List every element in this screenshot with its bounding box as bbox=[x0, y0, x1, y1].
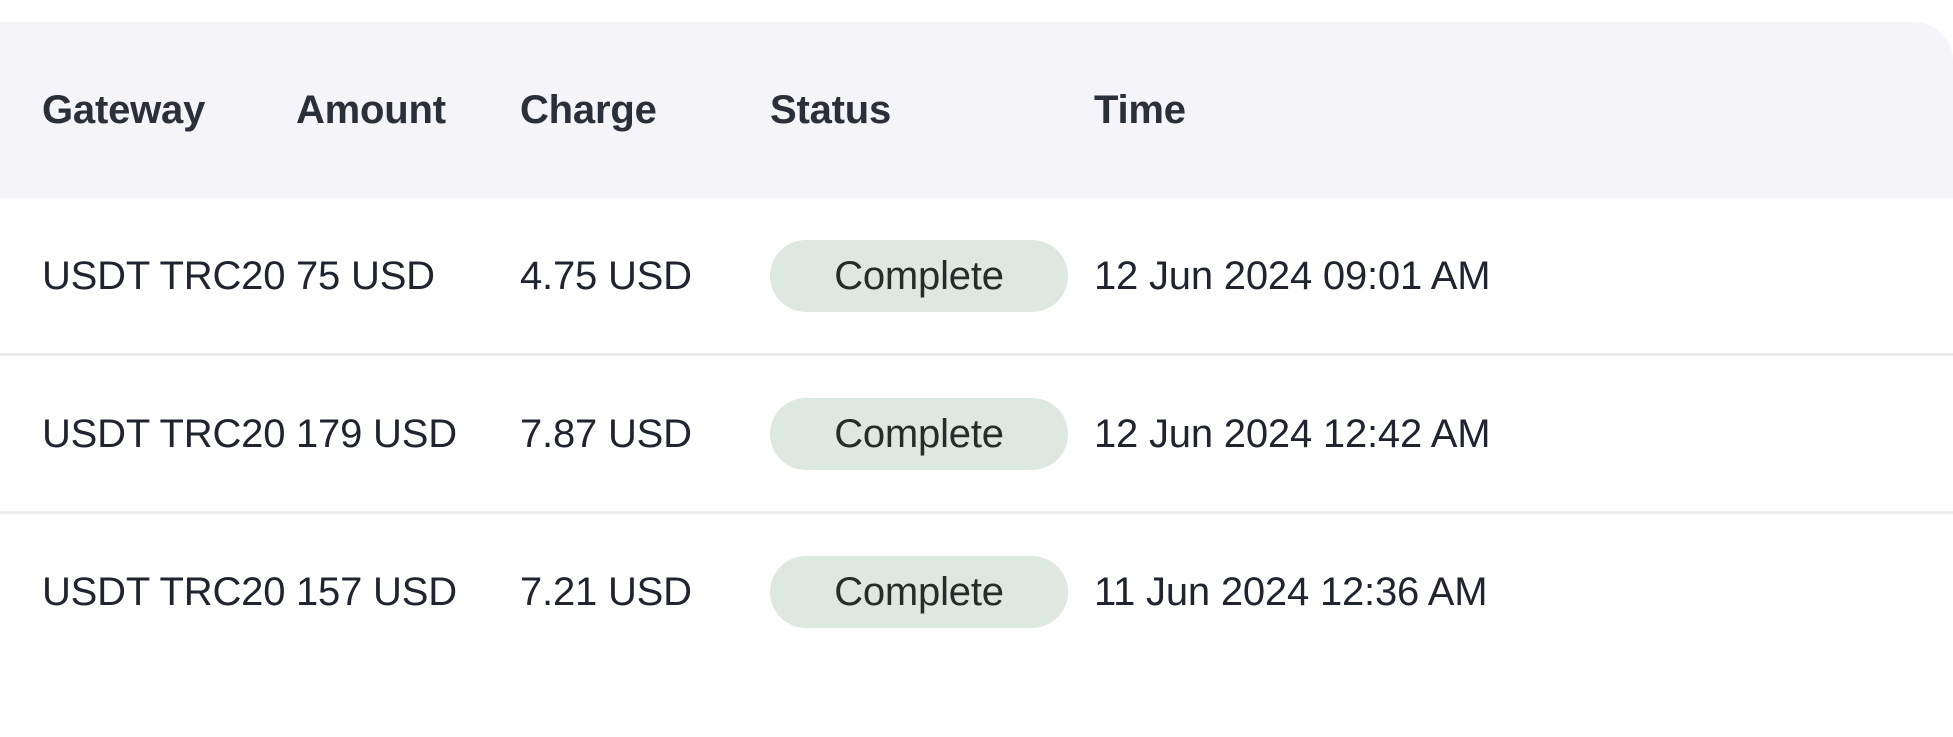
cell-time: 11 Jun 2024 12:36 AM bbox=[1094, 569, 1488, 614]
cell-charge: 7.21 USD bbox=[520, 569, 692, 614]
cell-status: Complete bbox=[770, 514, 1094, 669]
transactions-panel: Gateway Amount Charge Status Time USDT T… bbox=[0, 0, 1953, 737]
column-header-amount[interactable]: Amount bbox=[296, 22, 520, 198]
table-row[interactable]: USDT TRC20 75 USD 4.75 USD Complete 12 J… bbox=[0, 198, 1953, 356]
table-header: Gateway Amount Charge Status Time bbox=[0, 22, 1953, 198]
status-badge: Complete bbox=[770, 397, 1068, 470]
column-header-status[interactable]: Status bbox=[770, 22, 1094, 198]
cell-gateway: USDT TRC20 bbox=[0, 198, 296, 356]
table-header-row: Gateway Amount Charge Status Time bbox=[0, 22, 1953, 198]
status-badge: Complete bbox=[770, 555, 1068, 628]
cell-gateway: USDT TRC20 bbox=[0, 356, 296, 514]
cell-amount: 179 USD bbox=[296, 356, 520, 514]
cell-time: 12 Jun 2024 12:42 AM bbox=[1094, 356, 1953, 514]
cell-amount: 75 USD bbox=[296, 198, 520, 356]
cell-charge: 4.75 USD bbox=[520, 198, 770, 356]
panel-top-spacer bbox=[0, 0, 1953, 22]
cell-status: Complete bbox=[770, 356, 1094, 514]
cell-amount: 157 USD bbox=[296, 569, 457, 614]
column-header-time[interactable]: Time bbox=[1094, 22, 1953, 198]
transactions-table: Gateway Amount Charge Status Time USDT T… bbox=[0, 22, 1953, 669]
cell-status: Complete bbox=[770, 198, 1094, 356]
table-row[interactable]: USDT TRC20 157 USD 7.21 USD Complete 11 … bbox=[0, 514, 1953, 669]
status-badge: Complete bbox=[770, 239, 1068, 312]
table-body: USDT TRC20 75 USD 4.75 USD Complete 12 J… bbox=[0, 198, 1953, 669]
cell-time: 12 Jun 2024 09:01 AM bbox=[1094, 198, 1953, 356]
cell-charge: 7.87 USD bbox=[520, 356, 770, 514]
column-header-gateway[interactable]: Gateway bbox=[0, 22, 296, 198]
column-header-charge[interactable]: Charge bbox=[520, 22, 770, 198]
table-row[interactable]: USDT TRC20 179 USD 7.87 USD Complete 12 … bbox=[0, 356, 1953, 514]
cell-gateway: USDT TRC20 bbox=[42, 569, 286, 614]
